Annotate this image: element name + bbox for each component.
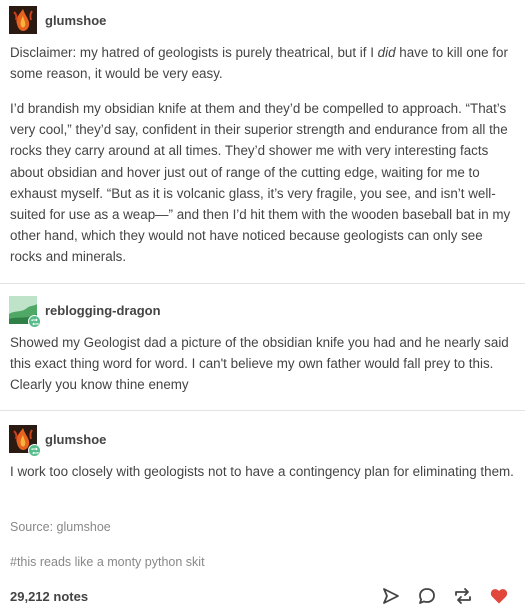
username[interactable]: reblogging-dragon: [45, 303, 161, 318]
divider: [0, 283, 525, 284]
avatar[interactable]: [9, 296, 41, 328]
notes-count[interactable]: 29,212 notes: [10, 589, 88, 604]
post-header-reblogging-dragon: reblogging-dragon: [9, 296, 161, 328]
reply-icon[interactable]: [417, 586, 437, 606]
share-icon[interactable]: [381, 586, 401, 606]
post-actions: [381, 586, 509, 606]
post-body-paragraph: Showed my Geologist dad a picture of the…: [10, 335, 509, 393]
post-source[interactable]: Source: glumshoe: [10, 520, 111, 534]
reblog-badge-icon: [28, 444, 41, 457]
username[interactable]: glumshoe: [45, 432, 106, 447]
username[interactable]: glumshoe: [45, 13, 106, 28]
reblog-badge-icon: [28, 315, 41, 328]
avatar[interactable]: [9, 425, 41, 457]
post-header-glumshoe-2: glumshoe: [9, 425, 106, 457]
post-text: Disclaimer: my hatred of geologists is p…: [10, 45, 378, 60]
avatar[interactable]: [9, 6, 37, 34]
post-body-paragraph: I work too closely with geologists not t…: [10, 464, 514, 479]
post-tag[interactable]: #this reads like a monty python skit: [10, 555, 205, 569]
divider: [0, 410, 525, 411]
post-text-emphasis: did: [377, 45, 396, 60]
post-header-glumshoe-1: glumshoe: [9, 6, 106, 34]
post-body-paragraph: I’d brandish my obsidian knife at them a…: [10, 101, 511, 265]
post-body-paragraph: Disclaimer: my hatred of geologists is p…: [10, 42, 515, 84]
avatar-glumshoe-icon: [9, 6, 37, 34]
reblog-icon[interactable]: [453, 586, 473, 606]
like-icon[interactable]: [489, 586, 509, 606]
